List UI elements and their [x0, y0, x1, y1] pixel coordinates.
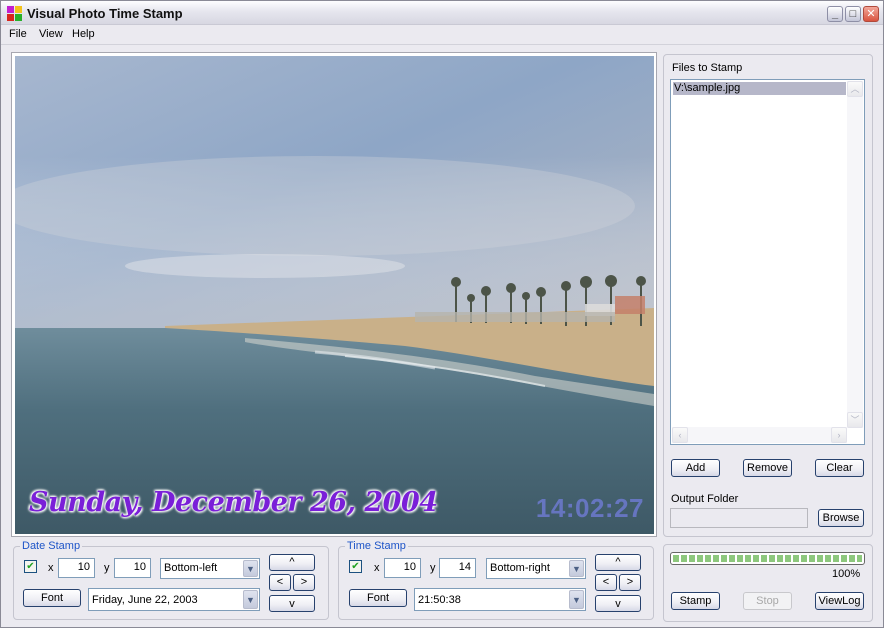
scroll-left-icon[interactable]: ‹	[672, 427, 688, 443]
time-format-value: 21:50:38	[418, 594, 461, 606]
maximize-button[interactable]: □	[845, 6, 861, 22]
date-stamp-enabled-checkbox[interactable]: ✔	[24, 560, 37, 573]
date-format-select[interactable]: Friday, June 22, 2003 ▼	[88, 588, 260, 611]
app-logo-icon	[7, 6, 22, 21]
date-format-value: Friday, June 22, 2003	[92, 594, 198, 606]
main-window: Visual Photo Time Stamp _ □ ✕ File View …	[0, 0, 884, 628]
date-stamp-overlay: Sunday, December 26, 2004	[29, 487, 438, 518]
minimize-icon: _	[831, 8, 839, 20]
list-item[interactable]: V:\sample.jpg	[673, 82, 846, 95]
close-icon: ✕	[866, 8, 876, 20]
menu-help[interactable]: Help	[72, 28, 95, 40]
time-stamp-enabled-checkbox[interactable]: ✔	[349, 560, 362, 573]
files-listbox[interactable]: V:\sample.jpg ︿ ﹀ ‹ ›	[670, 79, 865, 445]
horizontal-scrollbar[interactable]: ‹ ›	[672, 427, 847, 443]
add-button[interactable]: Add	[671, 459, 720, 477]
progress-bar	[670, 552, 865, 565]
date-nudge-down-button[interactable]: v	[269, 595, 315, 612]
date-x-input[interactable]: 10	[58, 558, 95, 578]
time-x-label: x	[374, 562, 380, 574]
menu-view[interactable]: View	[39, 28, 63, 40]
date-font-button[interactable]: Font	[23, 589, 81, 607]
time-position-select[interactable]: Bottom-right ▼	[486, 558, 586, 579]
progress-bar-fill	[673, 555, 862, 562]
time-nudge-up-button[interactable]: ^	[595, 554, 641, 571]
maximize-icon: □	[849, 8, 857, 20]
date-position-value: Bottom-left	[164, 562, 218, 574]
photo-preview: Sunday, December 26, 2004 14:02:27	[15, 56, 654, 534]
chevron-down-icon[interactable]: ▼	[243, 560, 258, 577]
view-log-button[interactable]: ViewLog	[815, 592, 864, 610]
remove-button[interactable]: Remove	[743, 459, 792, 477]
close-button[interactable]: ✕	[863, 6, 879, 22]
time-position-value: Bottom-right	[490, 562, 550, 574]
time-format-select[interactable]: 21:50:38 ▼	[414, 588, 586, 611]
date-nudge-left-button[interactable]: <	[269, 574, 291, 591]
vertical-scrollbar[interactable]: ︿ ﹀	[847, 81, 863, 428]
date-y-label: y	[104, 562, 110, 574]
scroll-right-icon[interactable]: ›	[831, 427, 847, 443]
date-stamp-title: Date Stamp	[20, 540, 83, 552]
chevron-down-icon[interactable]: ▼	[243, 590, 258, 609]
stop-button[interactable]: Stop	[743, 592, 792, 610]
window-title: Visual Photo Time Stamp	[27, 6, 183, 21]
scroll-down-icon[interactable]: ﹀	[847, 412, 863, 428]
time-nudge-right-button[interactable]: >	[619, 574, 641, 591]
clear-button[interactable]: Clear	[815, 459, 864, 477]
time-stamp-overlay: 14:02:27	[535, 493, 644, 523]
time-stamp-title: Time Stamp	[345, 540, 408, 552]
check-icon: ✔	[351, 561, 360, 572]
output-folder-field[interactable]	[670, 508, 808, 528]
time-nudge-down-button[interactable]: v	[595, 595, 641, 612]
time-x-input[interactable]: 10	[384, 558, 421, 578]
browse-button[interactable]: Browse	[818, 509, 864, 527]
files-to-stamp-label: Files to Stamp	[672, 62, 743, 74]
time-font-button[interactable]: Font	[349, 589, 407, 607]
chevron-down-icon[interactable]: ▼	[569, 560, 584, 577]
check-icon: ✔	[26, 561, 35, 572]
date-position-select[interactable]: Bottom-left ▼	[160, 558, 260, 579]
menu-bar: File View Help	[1, 25, 883, 45]
minimize-button[interactable]: _	[827, 6, 843, 22]
beach-photo-illustration	[15, 56, 654, 534]
stamp-button[interactable]: Stamp	[671, 592, 720, 610]
date-nudge-right-button[interactable]: >	[293, 574, 315, 591]
menu-file[interactable]: File	[9, 28, 27, 40]
time-nudge-left-button[interactable]: <	[595, 574, 617, 591]
time-y-input[interactable]: 14	[439, 558, 476, 578]
progress-percent: 100%	[832, 568, 861, 580]
date-x-label: x	[48, 562, 54, 574]
title-bar[interactable]: Visual Photo Time Stamp _ □ ✕	[1, 1, 883, 25]
time-y-label: y	[430, 562, 436, 574]
date-nudge-up-button[interactable]: ^	[269, 554, 315, 571]
chevron-down-icon[interactable]: ▼	[569, 590, 584, 609]
photo-preview-frame: Sunday, December 26, 2004 14:02:27	[11, 52, 657, 537]
output-folder-label: Output Folder	[671, 493, 739, 505]
date-y-input[interactable]: 10	[114, 558, 151, 578]
scroll-up-icon[interactable]: ︿	[847, 81, 863, 97]
